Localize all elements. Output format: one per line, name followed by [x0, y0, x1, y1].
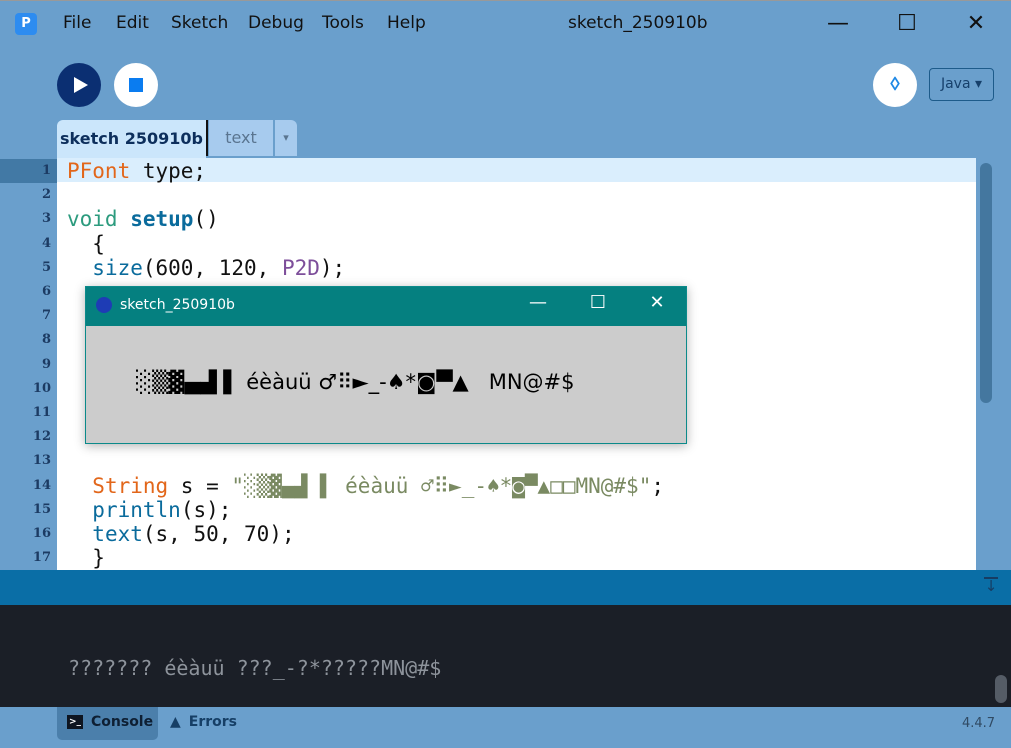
code-token: (s, 50, 70); [142, 522, 295, 546]
clear-console-icon[interactable]: ↓ [984, 577, 998, 594]
mode-selector[interactable]: Java ▾ [929, 68, 994, 101]
code-token: setup [130, 207, 194, 232]
menu-sketch[interactable]: Sketch [171, 13, 228, 33]
console-tab-label: Console [91, 714, 154, 730]
tab-text[interactable]: text [209, 120, 273, 156]
errors-tab[interactable]: ▲ Errors [170, 707, 237, 738]
title-bar [0, 0, 1011, 48]
code-token: text [92, 522, 143, 546]
run-button[interactable] [57, 63, 101, 107]
menu-tools[interactable]: Tools [322, 13, 364, 33]
line-number: 16 [32, 526, 51, 541]
terminal-icon: >_ [67, 715, 83, 729]
warning-icon: ▲ [170, 714, 181, 730]
code-token: (s); [180, 497, 232, 522]
line-number: 10 [32, 380, 51, 396]
version-label: 4.4.7 [962, 716, 996, 731]
code-line[interactable]: } [67, 546, 105, 570]
tab-sketch[interactable]: sketch 250910b [57, 120, 206, 158]
menu-help[interactable]: Help [387, 13, 426, 33]
line-number: 1 [0, 159, 57, 184]
code-token: type; [130, 159, 207, 183]
tab-menu-button[interactable]: ▾ [275, 120, 297, 156]
errors-tab-label: Errors [188, 714, 238, 730]
sketch-maximize-button[interactable]: ☐ [583, 292, 613, 313]
code-token: { [67, 231, 105, 256]
line-number: 7 [41, 308, 51, 324]
code-token: ; [651, 473, 664, 498]
code-line[interactable]: text(s, 50, 70); [67, 522, 295, 546]
tab-divider [206, 120, 208, 156]
sketch-close-button[interactable]: ✕ [642, 292, 672, 313]
code-line[interactable]: void setup() [67, 207, 219, 231]
console-tab[interactable]: >_ Console [57, 707, 158, 740]
line-number: 2 [41, 187, 51, 203]
code-line[interactable]: { [67, 232, 105, 256]
line-number: 5 [41, 259, 51, 275]
menu-file[interactable]: File [63, 13, 91, 33]
code-line[interactable]: String s = "░▒▓▄▟ ▌ éèàuü ♂⠿►_‐♠*◙▀▲□□MN… [67, 474, 664, 498]
code-token: } [67, 546, 105, 570]
window-title: sketch_250910b [568, 13, 708, 33]
code-line[interactable]: PFont type; [67, 159, 206, 183]
sketch-window-title: sketch_250910b [120, 297, 235, 313]
editor-scrollbar-thumb[interactable] [980, 163, 992, 403]
butterfly-icon: ꕺ [889, 74, 901, 95]
code-token: (600, 120, [142, 255, 282, 280]
debug-button[interactable]: ꕺ [873, 63, 917, 107]
line-number: 3 [41, 211, 51, 227]
sketch-rendered-text: ░▒▓▄▟ ▌ éèàuü ♂⠿►_‐♠*◙▀▲ MN@#$ [136, 370, 575, 394]
maximize-button[interactable]: ☐ [887, 8, 927, 40]
minimize-button[interactable]: — [818, 8, 858, 40]
line-number: 6 [41, 284, 51, 299]
close-button[interactable]: ✕ [956, 8, 996, 40]
code-token: ); [319, 255, 346, 280]
code-token: s = [168, 473, 232, 498]
code-token: size [92, 255, 143, 280]
code-token: void [67, 207, 118, 232]
code-token: "░▒▓▄▟ ▌ éèàuü ♂⠿►_‐♠*◙▀▲□□MN@#$" [231, 473, 652, 498]
sketch-output-window: sketch_250910b — ☐ ✕ ░▒▓▄▟ ▌ éèàuü ♂⠿►_‐… [85, 286, 687, 444]
code-line[interactable]: println(s); [67, 498, 231, 522]
line-number: 14 [32, 477, 51, 493]
line-number: 8 [41, 332, 51, 348]
line-number: 12 [32, 429, 51, 445]
code-token: P2D [281, 255, 320, 280]
stop-button[interactable] [114, 63, 158, 107]
line-number: 15 [32, 501, 51, 517]
line-number: 13 [32, 453, 51, 469]
line-number: 17 [32, 550, 51, 566]
line-number: 4 [41, 235, 51, 251]
console-header [0, 570, 1011, 605]
code-token: () [193, 207, 219, 232]
code-token: PFont [67, 159, 131, 183]
menu-debug[interactable]: Debug [248, 13, 304, 33]
sketch-app-icon [96, 297, 112, 313]
code-line[interactable]: size(600, 120, P2D); [67, 256, 345, 280]
menu-edit[interactable]: Edit [116, 13, 149, 33]
console-scrollbar-thumb[interactable] [995, 675, 1007, 703]
line-number-gutter: 1 2 3 4 5 6 7 8 9 10 11 12 13 14 15 16 17 [0, 158, 57, 570]
line-number: 11 [32, 405, 51, 420]
code-token: println [92, 497, 181, 522]
console-output: ??????? éèàuü ???_-?*?????MN@#$ [68, 656, 442, 680]
sketch-minimize-button[interactable]: — [523, 292, 553, 313]
line-number: 9 [41, 356, 51, 372]
processing-logo-icon: P [15, 13, 37, 35]
code-token: String [92, 473, 169, 498]
sketch-window-title-bar[interactable]: sketch_250910b — ☐ ✕ [86, 287, 686, 326]
